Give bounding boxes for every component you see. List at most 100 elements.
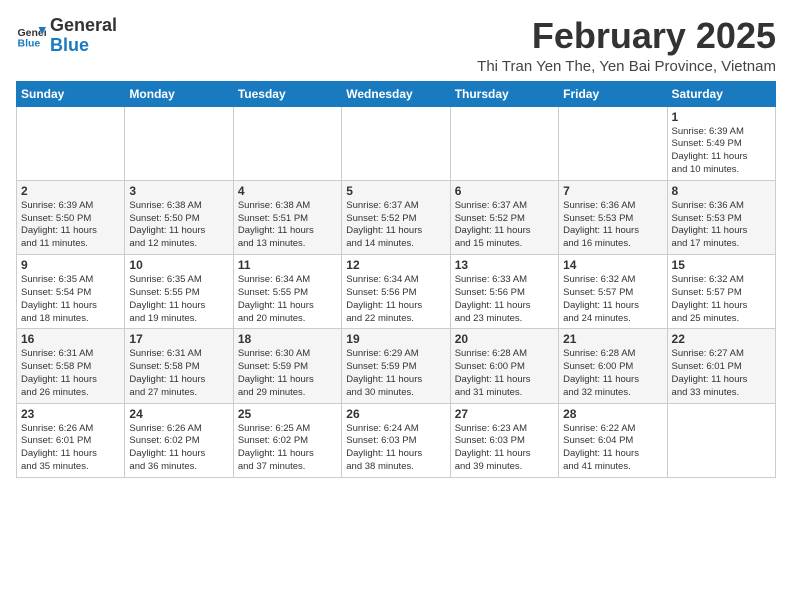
calendar-week-row: 1Sunrise: 6:39 AM Sunset: 5:49 PM Daylig… (17, 106, 776, 180)
calendar-cell: 3 Sunrise: 6:38 AM Sunset: 5:50 PM Daylig… (125, 180, 233, 254)
day-info: Sunrise: 6:38 AM Sunset: 5:50 PM Dayligh… (129, 200, 228, 251)
weekday-header-sunday: Sunday (17, 81, 125, 106)
day-number: 22 (672, 332, 771, 346)
day-number: 20 (455, 332, 554, 346)
calendar-cell: 5Sunrise: 6:37 AM Sunset: 5:52 PM Daylig… (342, 180, 450, 254)
day-info: Sunrise: 6:30 AM Sunset: 5:59 PM Dayligh… (238, 348, 337, 399)
weekday-header-thursday: Thursday (450, 81, 558, 106)
day-info: Sunrise: 6:39 AM Sunset: 5:49 PM Dayligh… (672, 126, 771, 177)
calendar-week-row: 16Sunrise: 6:31 AM Sunset: 5:58 PM Dayli… (17, 329, 776, 403)
day-info: Sunrise: 6:27 AM Sunset: 6:01 PM Dayligh… (672, 348, 771, 399)
day-number: 6 (455, 184, 554, 198)
calendar-cell: 1Sunrise: 6:39 AM Sunset: 5:49 PM Daylig… (667, 106, 775, 180)
day-number: 13 (455, 258, 554, 272)
calendar-cell (125, 106, 233, 180)
weekday-header-saturday: Saturday (667, 81, 775, 106)
day-info: Sunrise: 6:26 AM Sunset: 6:01 PM Dayligh… (21, 423, 120, 474)
day-number: 17 (129, 332, 228, 346)
calendar-cell: 13 Sunrise: 6:33 AM Sunset: 5:56 PM Dayli… (450, 255, 558, 329)
calendar-cell: 25 Sunrise: 6:25 AM Sunset: 6:02 PM Dayli… (233, 403, 341, 477)
calendar-cell: 6 Sunrise: 6:37 AM Sunset: 5:52 PM Daylig… (450, 180, 558, 254)
svg-text:Blue: Blue (18, 37, 41, 49)
day-info: Sunrise: 6:37 AM Sunset: 5:52 PM Dayligh… (455, 200, 554, 251)
day-info: Sunrise: 6:23 AM Sunset: 6:03 PM Dayligh… (455, 423, 554, 474)
day-info: Sunrise: 6:24 AM Sunset: 6:03 PM Dayligh… (346, 423, 445, 474)
day-info: Sunrise: 6:25 AM Sunset: 6:02 PM Dayligh… (238, 423, 337, 474)
day-number: 11 (238, 258, 337, 272)
day-info: Sunrise: 6:32 AM Sunset: 5:57 PM Dayligh… (672, 274, 771, 325)
day-number: 14 (563, 258, 662, 272)
day-number: 8 (672, 184, 771, 198)
day-info: Sunrise: 6:36 AM Sunset: 5:53 PM Dayligh… (672, 200, 771, 251)
calendar-cell (559, 106, 667, 180)
calendar-cell: 26Sunrise: 6:24 AM Sunset: 6:03 PM Dayli… (342, 403, 450, 477)
weekday-header-tuesday: Tuesday (233, 81, 341, 106)
calendar-cell: 21Sunrise: 6:28 AM Sunset: 6:00 PM Dayli… (559, 329, 667, 403)
calendar-week-row: 9Sunrise: 6:35 AM Sunset: 5:54 PM Daylig… (17, 255, 776, 329)
day-info: Sunrise: 6:34 AM Sunset: 5:56 PM Dayligh… (346, 274, 445, 325)
calendar-cell: 15 Sunrise: 6:32 AM Sunset: 5:57 PM Dayli… (667, 255, 775, 329)
calendar-cell: 20 Sunrise: 6:28 AM Sunset: 6:00 PM Dayli… (450, 329, 558, 403)
calendar-cell: 22 Sunrise: 6:27 AM Sunset: 6:01 PM Dayli… (667, 329, 775, 403)
calendar-table: SundayMondayTuesdayWednesdayThursdayFrid… (16, 81, 776, 478)
calendar-cell: 4 Sunrise: 6:38 AM Sunset: 5:51 PM Daylig… (233, 180, 341, 254)
day-number: 3 (129, 184, 228, 198)
day-info: Sunrise: 6:29 AM Sunset: 5:59 PM Dayligh… (346, 348, 445, 399)
title-block: February 2025 Thi Tran Yen The, Yen Bai … (477, 16, 776, 75)
location-subtitle: Thi Tran Yen The, Yen Bai Province, Viet… (477, 58, 776, 75)
calendar-cell: 19 Sunrise: 6:29 AM Sunset: 5:59 PM Dayli… (342, 329, 450, 403)
day-info: Sunrise: 6:36 AM Sunset: 5:53 PM Dayligh… (563, 200, 662, 251)
weekday-header-row: SundayMondayTuesdayWednesdayThursdayFrid… (17, 81, 776, 106)
calendar-cell: 7 Sunrise: 6:36 AM Sunset: 5:53 PM Daylig… (559, 180, 667, 254)
day-number: 4 (238, 184, 337, 198)
weekday-header-monday: Monday (125, 81, 233, 106)
weekday-header-wednesday: Wednesday (342, 81, 450, 106)
calendar-cell (17, 106, 125, 180)
calendar-cell: 8 Sunrise: 6:36 AM Sunset: 5:53 PM Daylig… (667, 180, 775, 254)
calendar-cell: 2 Sunrise: 6:39 AM Sunset: 5:50 PM Daylig… (17, 180, 125, 254)
weekday-header-friday: Friday (559, 81, 667, 106)
calendar-cell: 24 Sunrise: 6:26 AM Sunset: 6:02 PM Dayli… (125, 403, 233, 477)
day-info: Sunrise: 6:32 AM Sunset: 5:57 PM Dayligh… (563, 274, 662, 325)
day-info: Sunrise: 6:38 AM Sunset: 5:51 PM Dayligh… (238, 200, 337, 251)
calendar-cell: 14 Sunrise: 6:32 AM Sunset: 5:57 PM Dayli… (559, 255, 667, 329)
day-number: 10 (129, 258, 228, 272)
day-info: Sunrise: 6:35 AM Sunset: 5:54 PM Dayligh… (21, 274, 120, 325)
calendar-cell: 27 Sunrise: 6:23 AM Sunset: 6:03 PM Dayli… (450, 403, 558, 477)
day-info: Sunrise: 6:31 AM Sunset: 5:58 PM Dayligh… (21, 348, 120, 399)
day-info: Sunrise: 6:39 AM Sunset: 5:50 PM Dayligh… (21, 200, 120, 251)
day-info: Sunrise: 6:34 AM Sunset: 5:55 PM Dayligh… (238, 274, 337, 325)
day-number: 7 (563, 184, 662, 198)
day-info: Sunrise: 6:28 AM Sunset: 6:00 PM Dayligh… (455, 348, 554, 399)
calendar-cell: 18 Sunrise: 6:30 AM Sunset: 5:59 PM Dayli… (233, 329, 341, 403)
calendar-cell: 10Sunrise: 6:35 AM Sunset: 5:55 PM Dayli… (125, 255, 233, 329)
day-number: 2 (21, 184, 120, 198)
calendar-cell: 16Sunrise: 6:31 AM Sunset: 5:58 PM Dayli… (17, 329, 125, 403)
day-number: 24 (129, 407, 228, 421)
day-number: 15 (672, 258, 771, 272)
calendar-week-row: 23 Sunrise: 6:26 AM Sunset: 6:01 PM Dayli… (17, 403, 776, 477)
day-number: 19 (346, 332, 445, 346)
day-number: 25 (238, 407, 337, 421)
day-info: Sunrise: 6:26 AM Sunset: 6:02 PM Dayligh… (129, 423, 228, 474)
day-info: Sunrise: 6:33 AM Sunset: 5:56 PM Dayligh… (455, 274, 554, 325)
calendar-cell (667, 403, 775, 477)
day-info: Sunrise: 6:28 AM Sunset: 6:00 PM Dayligh… (563, 348, 662, 399)
calendar-cell: 28Sunrise: 6:22 AM Sunset: 6:04 PM Dayli… (559, 403, 667, 477)
day-number: 27 (455, 407, 554, 421)
calendar-cell: 11 Sunrise: 6:34 AM Sunset: 5:55 PM Dayli… (233, 255, 341, 329)
calendar-cell: 12Sunrise: 6:34 AM Sunset: 5:56 PM Dayli… (342, 255, 450, 329)
calendar-cell: 9Sunrise: 6:35 AM Sunset: 5:54 PM Daylig… (17, 255, 125, 329)
day-number: 18 (238, 332, 337, 346)
day-number: 23 (21, 407, 120, 421)
logo-text: GeneralBlue (50, 16, 117, 56)
calendar-cell (450, 106, 558, 180)
logo: General Blue GeneralBlue (16, 16, 117, 56)
day-info: Sunrise: 6:22 AM Sunset: 6:04 PM Dayligh… (563, 423, 662, 474)
month-title: February 2025 (477, 16, 776, 56)
calendar-cell (233, 106, 341, 180)
day-info: Sunrise: 6:31 AM Sunset: 5:58 PM Dayligh… (129, 348, 228, 399)
calendar-cell: 23 Sunrise: 6:26 AM Sunset: 6:01 PM Dayli… (17, 403, 125, 477)
calendar-cell: 17 Sunrise: 6:31 AM Sunset: 5:58 PM Dayli… (125, 329, 233, 403)
day-info: Sunrise: 6:37 AM Sunset: 5:52 PM Dayligh… (346, 200, 445, 251)
